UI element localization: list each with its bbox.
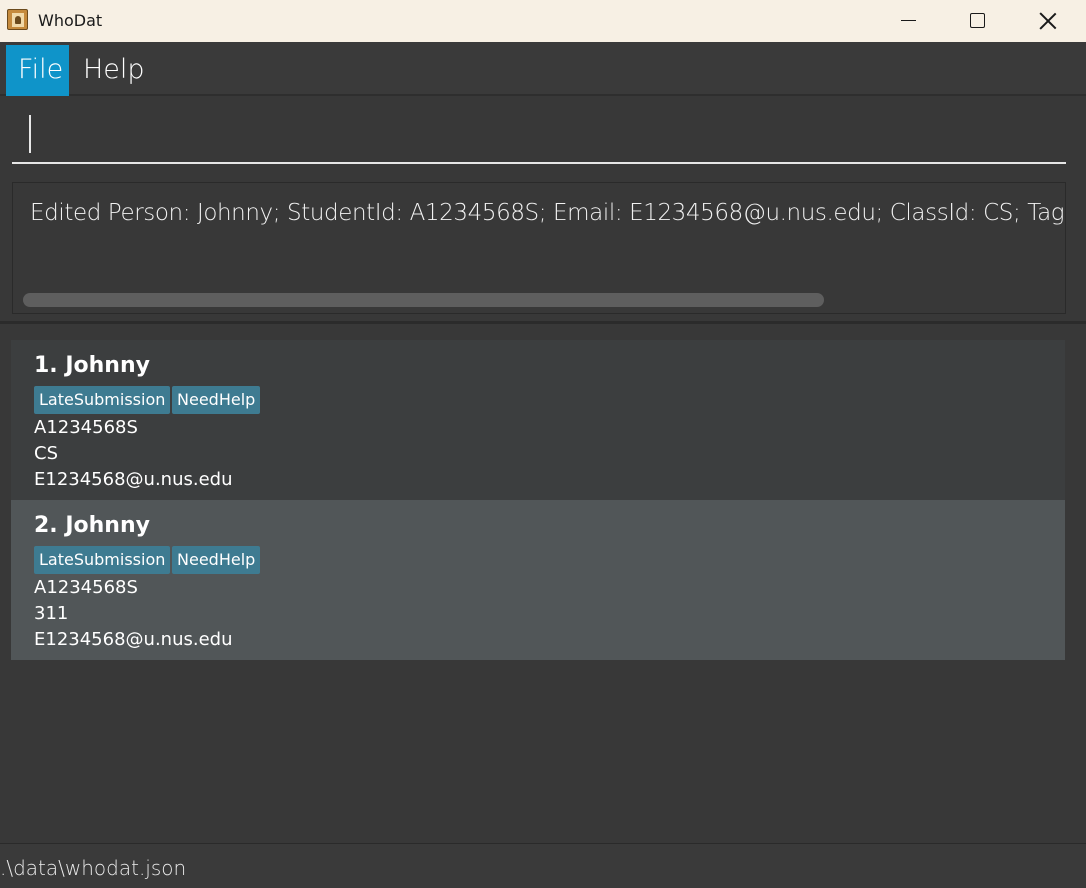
person-card[interactable]: 1. Johnny LateSubmission NeedHelp A12345… [11, 340, 1065, 500]
person-name: 1. Johnny [34, 353, 150, 378]
email: E1234568@u.nus.edu [34, 629, 233, 650]
title-bar: WhoDat [0, 0, 1086, 42]
class-id: CS [34, 443, 58, 464]
horizontal-scrollbar[interactable] [23, 293, 824, 307]
result-message: Edited Person: Johnny; StudentId: A12345… [30, 200, 1065, 226]
menu-help[interactable]: Help [70, 45, 158, 96]
status-bar: .\data\whodat.json [0, 843, 1086, 888]
menu-file[interactable]: File [6, 45, 69, 96]
divider [0, 321, 1086, 324]
student-id: A1234568S [34, 417, 138, 438]
student-id: A1234568S [34, 577, 138, 598]
person-card-selected[interactable]: 2. Johnny LateSubmission NeedHelp A12345… [11, 500, 1065, 660]
command-input[interactable] [12, 108, 1066, 162]
maximize-button[interactable] [942, 0, 1012, 42]
minimize-icon [901, 20, 916, 21]
result-display: Edited Person: Johnny; StudentId: A12345… [12, 182, 1066, 314]
tag-badge: LateSubmission [34, 546, 171, 574]
maximize-icon [970, 13, 985, 28]
person-name: 2. Johnny [34, 513, 150, 538]
tag-badge: NeedHelp [172, 546, 261, 574]
close-button[interactable] [1012, 0, 1082, 42]
command-box [12, 108, 1066, 164]
address-book-icon [7, 9, 28, 30]
tag-badge: LateSubmission [34, 386, 171, 414]
tag-badge: NeedHelp [172, 386, 261, 414]
email: E1234568@u.nus.edu [34, 469, 233, 490]
class-id: 311 [34, 603, 69, 624]
data-file-path: .\data\whodat.json [0, 856, 187, 880]
minimize-button[interactable] [873, 0, 943, 42]
close-icon [1039, 12, 1056, 29]
text-caret [29, 115, 31, 153]
window-title: WhoDat [38, 11, 103, 30]
menu-bar: File Help [0, 42, 1086, 96]
